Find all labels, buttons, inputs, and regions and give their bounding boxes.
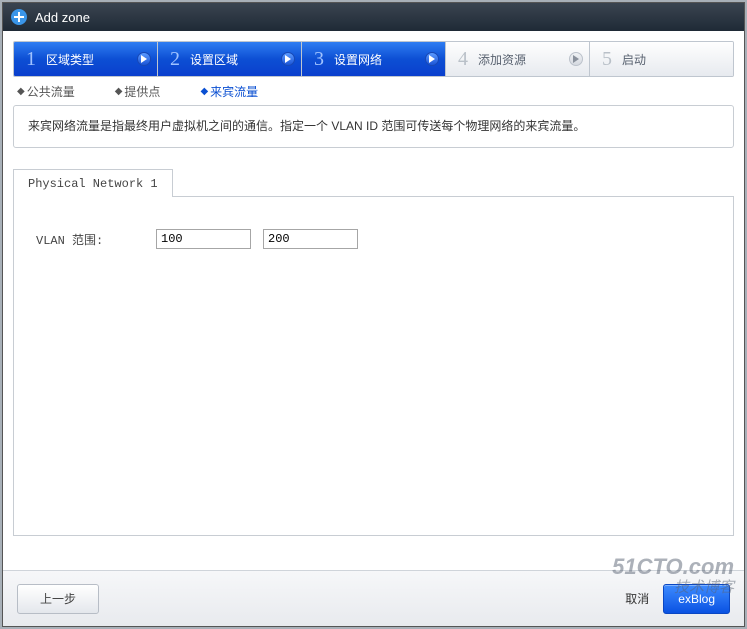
- tab-physical-network-1[interactable]: Physical Network 1: [13, 169, 173, 197]
- step-label: 区域类型: [46, 51, 94, 68]
- step-set-network[interactable]: 3 设置网络: [302, 42, 446, 76]
- step-label: 启动: [622, 51, 646, 68]
- step-label: 设置区域: [190, 51, 238, 68]
- step-set-zone[interactable]: 2 设置区域: [158, 42, 302, 76]
- bullet-icon: ◆: [200, 86, 208, 98]
- network-panel: VLAN 范围:: [13, 196, 734, 536]
- step-number: 3: [314, 48, 324, 71]
- subtab-provide[interactable]: ◆ 提供点: [115, 85, 161, 99]
- chevron-right-icon: [569, 52, 583, 66]
- step-launch: 5 启动: [590, 42, 733, 76]
- chevron-right-icon: [281, 52, 295, 66]
- titlebar: Add zone: [3, 3, 744, 31]
- vlan-range-label: VLAN 范围:: [36, 231, 126, 248]
- next-button[interactable]: exBlog: [663, 584, 730, 614]
- step-add-resource: 4 添加资源: [446, 42, 590, 76]
- step-number: 4: [458, 48, 468, 71]
- previous-button[interactable]: 上一步: [17, 584, 99, 614]
- subtab-guest-traffic[interactable]: ◆ 来宾流量: [200, 85, 258, 99]
- vlan-range-start-input[interactable]: [156, 229, 251, 249]
- chevron-right-icon: [137, 52, 151, 66]
- add-icon: [11, 9, 27, 25]
- dialog-footer: 上一步 取消 exBlog: [3, 570, 744, 626]
- step-label: 添加资源: [478, 51, 526, 68]
- wizard-steps: 1 区域类型 2 设置区域 3 设置网络 4 添加资源 5 启动: [13, 41, 734, 77]
- info-panel: 来宾网络流量是指最终用户虚拟机之间的通信。指定一个 VLAN ID 范围可传送每…: [13, 105, 734, 148]
- cancel-link[interactable]: 取消: [625, 590, 649, 607]
- step-number: 5: [602, 48, 612, 71]
- step-zone-type[interactable]: 1 区域类型: [14, 42, 158, 76]
- chevron-right-icon: [425, 52, 439, 66]
- bullet-icon: ◆: [17, 86, 25, 98]
- step-number: 2: [170, 48, 180, 71]
- subtabs: ◆ 公共流量 ◆ 提供点 ◆ 来宾流量: [13, 77, 734, 105]
- vlan-range-end-input[interactable]: [263, 229, 358, 249]
- step-number: 1: [26, 48, 36, 71]
- dialog-title: Add zone: [35, 10, 90, 25]
- bullet-icon: ◆: [115, 86, 123, 98]
- step-label: 设置网络: [334, 51, 382, 68]
- subtab-public-traffic[interactable]: ◆ 公共流量: [17, 85, 75, 99]
